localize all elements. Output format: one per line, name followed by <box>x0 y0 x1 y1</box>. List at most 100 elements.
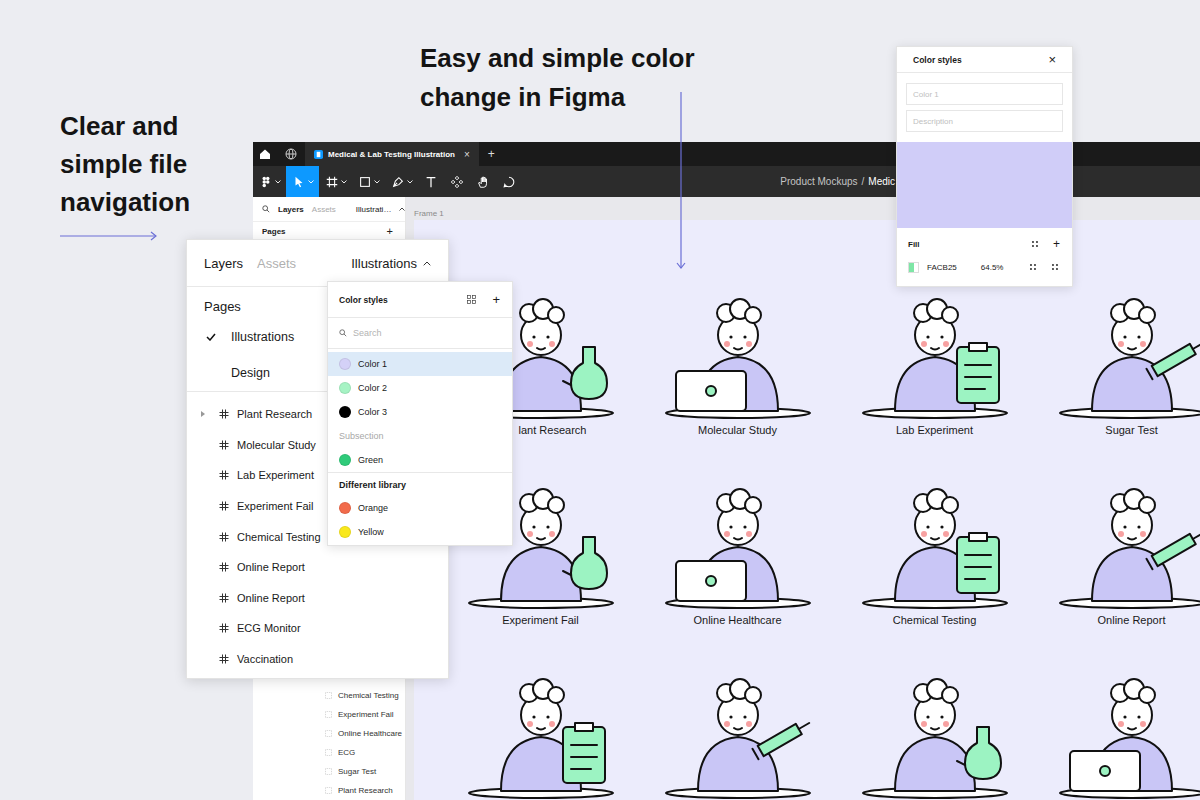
frame-row[interactable]: Online Report <box>187 583 448 614</box>
color-style-row[interactable]: Green <box>328 448 512 472</box>
tab-close-button[interactable]: × <box>464 149 470 160</box>
illustration-card[interactable] <box>442 629 639 800</box>
scientist-illustration <box>451 629 631 800</box>
page-name: Illustrations <box>231 330 294 344</box>
toolbar-tool[interactable] <box>352 166 385 197</box>
illustration-card[interactable]: Molecular Study <box>639 249 836 439</box>
file-tab[interactable]: Medical & Lab Testing Illustration × <box>305 142 479 166</box>
illustration-card[interactable]: Online Report <box>1033 439 1200 629</box>
page-menu[interactable]: Illustrati… <box>356 205 392 214</box>
page-name: Design <box>231 366 270 380</box>
color-style-row[interactable]: Color 2 <box>328 376 512 400</box>
toolbar-tool[interactable] <box>385 166 418 197</box>
frame-name: Chemical Testing <box>237 531 321 543</box>
check-icon <box>206 333 216 341</box>
add-page-button[interactable]: + <box>387 225 393 237</box>
illustration-card[interactable]: Chemical Testing <box>836 439 1033 629</box>
search-icon[interactable] <box>262 205 270 213</box>
frame-name: Experiment Fail <box>237 500 313 512</box>
close-button[interactable]: × <box>1048 52 1056 67</box>
layer-row[interactable]: Experiment Fail <box>253 705 405 724</box>
add-fill-button[interactable]: + <box>1053 237 1060 251</box>
toolbar-tool[interactable] <box>319 166 352 197</box>
home-icon[interactable] <box>253 142 277 166</box>
panel-tab[interactable]: Layers <box>278 205 304 214</box>
color-swatch <box>339 382 351 394</box>
editor-header: Color styles × <box>897 47 1072 73</box>
color-style-row[interactable]: Yellow <box>328 520 512 544</box>
frame-icon <box>325 175 339 189</box>
illustration-card[interactable] <box>1033 629 1200 800</box>
hand-icon <box>476 175 490 189</box>
layer-name: Online Healthcare <box>338 729 402 738</box>
color-change-callout: Easy and simple color change in Figma <box>420 39 750 117</box>
frame-label[interactable]: Frame 1 <box>414 207 1200 220</box>
globe-icon[interactable] <box>279 142 303 166</box>
layer-row[interactable]: Sugar Test <box>253 762 405 781</box>
frame-row[interactable]: ECG Monitor <box>187 613 448 644</box>
illustration-card[interactable] <box>836 629 1033 800</box>
panel-tab[interactable]: Assets <box>257 256 296 271</box>
layers-panel-header: Layers Assets Illustrations <box>187 240 448 287</box>
illustration-card[interactable]: Online Healthcare <box>639 439 836 629</box>
layer-row[interactable]: ECG <box>253 743 405 762</box>
fill-row[interactable]: FACB25 64.5% <box>897 257 1072 277</box>
style-name-input[interactable]: Color 1 <box>906 83 1063 105</box>
style-dots-icon[interactable] <box>1031 240 1039 248</box>
color-styles-popup: Color styles + Search Color 1 Color 2 Co… <box>327 281 513 546</box>
color-style-row[interactable]: Orange <box>328 496 512 520</box>
layer-row[interactable]: Chemical Testing <box>253 686 405 705</box>
frame[interactable]: lant Research Molecular Study Lab Experi… <box>414 220 1200 800</box>
toolbar-tool[interactable] <box>496 166 522 197</box>
toolbar-tool[interactable] <box>444 166 470 197</box>
toolbar-tool[interactable] <box>470 166 496 197</box>
style-dots-icon[interactable] <box>1051 263 1059 271</box>
panel-tab[interactable]: Layers <box>204 256 243 271</box>
new-tab-button[interactable]: + <box>488 147 495 161</box>
style-list: Color 1 Color 2 Color 3Subsection GreenD… <box>328 349 512 544</box>
scientist-illustration <box>648 249 828 421</box>
fill-opacity[interactable]: 64.5% <box>981 263 1004 272</box>
layer-row[interactable]: Online Healthcare <box>253 724 405 743</box>
frame-row[interactable]: Online Report <box>187 552 448 583</box>
frame-icon <box>219 440 229 450</box>
illustration-label: Online Healthcare <box>693 611 781 629</box>
frame-row[interactable]: Vaccination <box>187 644 448 675</box>
frame-icon <box>219 501 229 511</box>
toolbar-tool[interactable] <box>253 166 286 197</box>
style-name: Green <box>358 455 383 465</box>
grid-view-icon[interactable] <box>467 295 476 304</box>
frame-name: Vaccination <box>237 653 293 665</box>
breadcrumb-file[interactable]: Medic <box>868 176 895 187</box>
fill-swatch[interactable] <box>908 262 919 273</box>
style-search[interactable]: Search <box>328 318 512 349</box>
style-dots-icon[interactable] <box>1029 263 1037 271</box>
scientist-illustration <box>648 629 828 800</box>
layer-name: Experiment Fail <box>338 710 394 719</box>
color-swatch <box>339 526 351 538</box>
color-style-row[interactable]: Color 1 <box>328 352 512 376</box>
illustration-label: Experiment Fail <box>502 611 578 629</box>
toolbar-tool[interactable] <box>418 166 444 197</box>
description-input[interactable]: Description <box>906 110 1063 132</box>
chevron-down-icon <box>308 180 314 184</box>
promo-page: Clear and simple file navigation Easy an… <box>0 0 1200 800</box>
illustration-card[interactable] <box>639 629 836 800</box>
frame-icon <box>219 623 229 633</box>
page-menu[interactable]: Illustrations <box>351 256 417 271</box>
style-name: Yellow <box>358 527 384 537</box>
panel-tab[interactable]: Assets <box>312 205 336 214</box>
check-slot <box>206 333 231 341</box>
frame-name: Online Report <box>237 592 305 604</box>
toolbar-tool[interactable] <box>286 166 319 197</box>
color-style-row[interactable]: Color 3 <box>328 400 512 424</box>
add-style-button[interactable]: + <box>492 292 500 307</box>
caret-right-icon[interactable] <box>201 411 205 417</box>
editor-fields: Color 1 Description <box>897 73 1072 132</box>
breadcrumb-project[interactable]: Product Mockups <box>780 176 857 187</box>
illustration-label: Lab Experiment <box>896 421 973 439</box>
layer-row[interactable]: Plant Research <box>253 781 405 800</box>
frame-icon <box>219 409 229 419</box>
frame-icon <box>325 768 332 775</box>
fill-hex[interactable]: FACB25 <box>927 263 957 272</box>
